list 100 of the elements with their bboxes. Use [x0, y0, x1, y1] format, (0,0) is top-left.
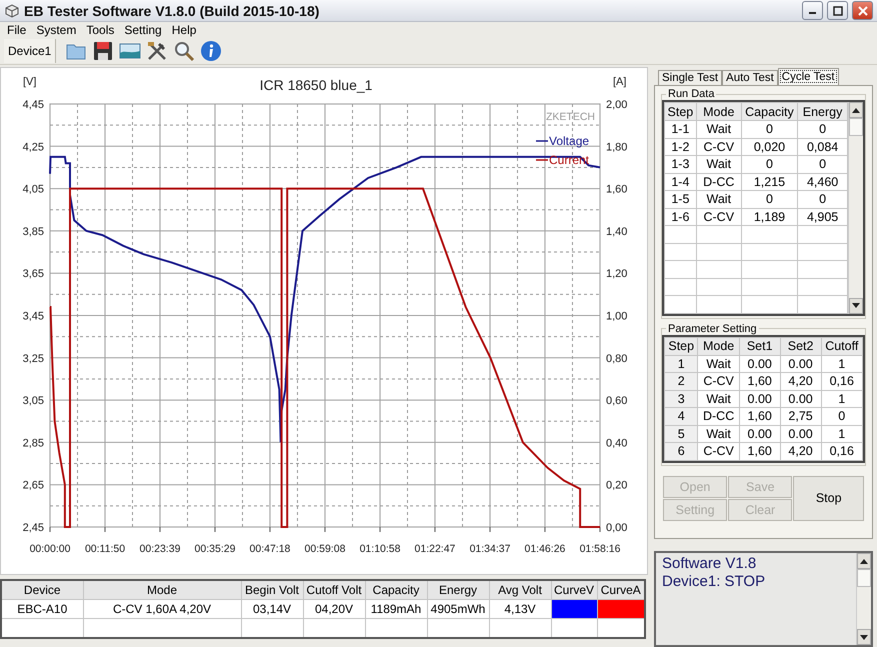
table-cell: 0: [741, 120, 798, 138]
table-cell: Wait: [696, 120, 742, 138]
table-cell: 1,60: [739, 442, 780, 460]
axis-label: 01:10:58: [360, 543, 400, 555]
tab[interactable]: Single Test: [658, 70, 722, 85]
axis-unit: [V]: [23, 76, 36, 88]
table-cell: C-CV 1,60A 4,20V: [83, 600, 241, 618]
axis-label: 0,60: [606, 395, 628, 408]
axis-label: 01:22:47: [414, 543, 456, 555]
maximize-button[interactable]: [827, 1, 848, 20]
axis-label: 00:59:08: [304, 543, 346, 555]
scroll-down-button[interactable]: [857, 629, 871, 645]
axis-label: 2,45: [22, 522, 44, 534]
axis-label: 00:35:29: [194, 543, 236, 555]
scroll-thumb[interactable]: [849, 118, 863, 136]
axis-label: 0,20: [606, 480, 628, 492]
table-cell: 1-4: [664, 173, 696, 190]
menu-item[interactable]: Tools: [81, 22, 120, 37]
table-cell: Wait: [698, 425, 740, 442]
table-cell: 1-1: [664, 120, 696, 138]
save-icon[interactable]: [92, 40, 114, 62]
tab[interactable]: Auto Test: [722, 70, 778, 85]
axis-label: 1,60: [606, 184, 628, 196]
table-cell: 2,75: [780, 408, 822, 425]
scrollbar[interactable]: [848, 102, 863, 314]
down-arrow-icon: [860, 634, 868, 640]
table-cell: 1,60: [739, 372, 780, 390]
axis-label: 3,45: [22, 310, 44, 322]
table-cell: 0.00: [739, 390, 780, 408]
table-cell: 5: [664, 425, 698, 442]
menu-item[interactable]: File: [2, 22, 32, 37]
legend-label: Voltage: [549, 134, 590, 148]
menu-item[interactable]: Help: [166, 22, 202, 37]
axis-label: 2,65: [22, 480, 44, 492]
scroll-up-button[interactable]: [857, 553, 871, 569]
info-icon[interactable]: [200, 40, 222, 62]
device-tab[interactable]: Device1: [4, 38, 56, 63]
action-button[interactable]: Stop: [793, 476, 864, 520]
column-header: Set2: [780, 337, 822, 355]
tools-icon[interactable]: [146, 40, 168, 62]
table-cell: D-CC: [698, 408, 740, 425]
close-icon: [858, 6, 868, 16]
axis-label: 00:47:18: [250, 543, 290, 555]
menu-item[interactable]: Setting: [119, 22, 167, 37]
axis-label: 3,25: [22, 352, 44, 365]
axis-label: 00:00:00: [30, 543, 70, 555]
table-cell: 4,20: [780, 372, 822, 390]
axis-label: 1,00: [606, 310, 628, 322]
axis-label: 01:58:16: [580, 543, 620, 555]
table-cell: 1-2: [664, 138, 696, 156]
scrollbar[interactable]: [856, 553, 871, 645]
table-cell: 6: [664, 442, 698, 460]
scroll-up-button[interactable]: [849, 102, 863, 118]
scroll-down-button[interactable]: [849, 298, 863, 314]
column-header: Begin Volt: [241, 580, 303, 600]
axis-label: 4,05: [22, 184, 44, 196]
column-header: Step: [664, 102, 696, 120]
table-cell: C-CV: [696, 208, 742, 226]
column-header: Cutoff: [821, 337, 862, 355]
table-cell: C-CV: [698, 442, 740, 460]
group-title: Run Data: [667, 88, 716, 100]
table-cell: 0: [741, 190, 798, 208]
column-header: Step: [664, 337, 698, 355]
scroll-thumb[interactable]: [857, 569, 871, 587]
axis-label: 4,45: [22, 99, 44, 111]
column-header: Mode: [698, 337, 740, 355]
menu-item[interactable]: System: [31, 22, 82, 37]
close-button[interactable]: [852, 1, 873, 20]
chart-title: ICR 18650 blue_1: [260, 77, 372, 93]
table-cell: 1: [821, 355, 862, 372]
table-cell: 0: [821, 408, 862, 425]
table-cell: 0.00: [780, 355, 822, 372]
column-header: Device: [1, 580, 83, 600]
axis-label: 3,05: [22, 395, 44, 408]
group-title: Parameter Setting: [667, 322, 758, 334]
column-header: Energy: [427, 580, 489, 600]
table-cell: Wait: [696, 156, 742, 173]
column-header: Mode: [696, 102, 742, 120]
table-cell: Wait: [698, 390, 740, 408]
table-cell: 0.00: [780, 390, 822, 408]
table-cell: 4,905: [798, 208, 848, 226]
up-arrow-icon: [852, 108, 860, 112]
tab[interactable]: Cycle Test: [778, 68, 839, 85]
table-cell: 4,460: [798, 173, 848, 190]
table-cell: 2: [664, 372, 698, 390]
table-cell: 1: [664, 355, 698, 372]
axis-label: 0,40: [606, 437, 628, 450]
axis-unit: [A]: [613, 76, 626, 88]
search-icon[interactable]: [173, 40, 196, 62]
minimize-button[interactable]: [802, 1, 823, 20]
app-icon: [4, 2, 20, 18]
axis-label: 00:23:39: [140, 543, 180, 555]
column-header: Energy: [798, 102, 848, 120]
axis-label: 00:11:50: [84, 543, 126, 555]
table-cell: 1,60: [739, 408, 780, 425]
column-header: Capacity: [741, 102, 798, 120]
table-cell: 1: [821, 390, 862, 408]
table-cell: 0.00: [739, 425, 780, 442]
axis-label: 3,65: [22, 268, 44, 280]
table-cell: EBC-A10: [1, 600, 83, 618]
